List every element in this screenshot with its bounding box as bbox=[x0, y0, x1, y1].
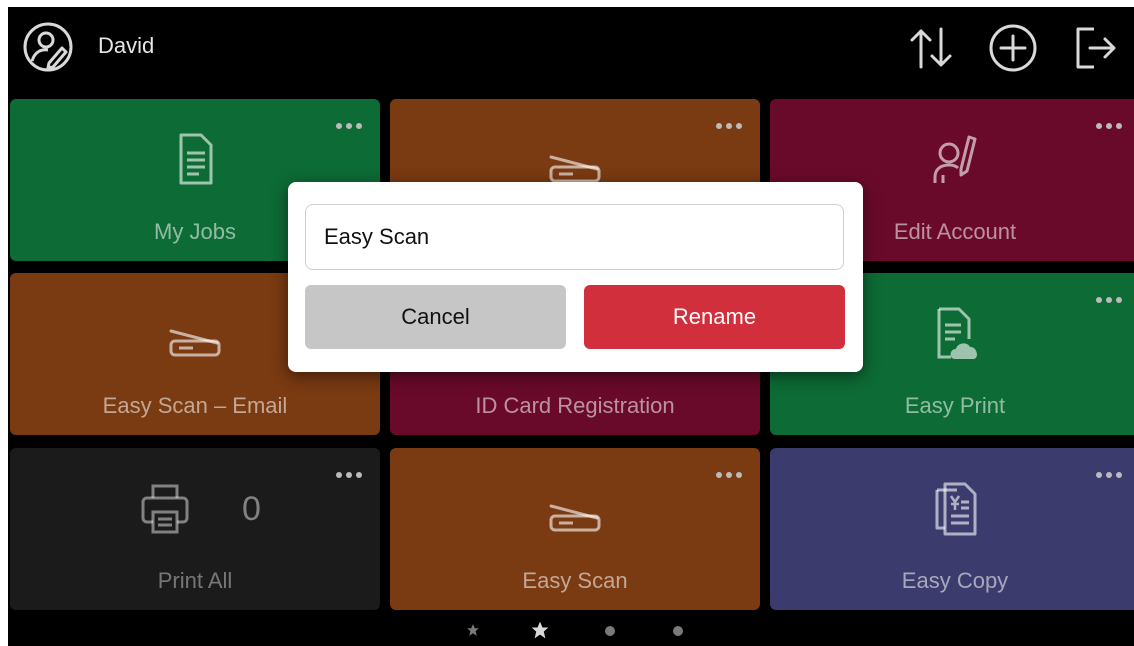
user-edit-icon[interactable] bbox=[22, 21, 74, 73]
user-name: David bbox=[98, 33, 155, 58]
more-options-icon[interactable] bbox=[334, 121, 364, 131]
page-indicator-dot-icon[interactable] bbox=[672, 625, 684, 637]
tile-name-input[interactable] bbox=[305, 204, 844, 270]
tile-label: Easy Print bbox=[904, 393, 1006, 418]
page-indicator-star-icon[interactable] bbox=[466, 623, 480, 637]
scanner-icon bbox=[169, 329, 221, 357]
cancel-button[interactable]: Cancel bbox=[305, 285, 566, 349]
tile-label: ID Card Registration bbox=[475, 393, 675, 418]
tile-label: Easy Copy bbox=[901, 568, 1009, 593]
more-options-icon[interactable] bbox=[1094, 121, 1124, 131]
more-options-icon[interactable] bbox=[714, 470, 744, 480]
scanner-icon bbox=[549, 504, 601, 532]
page-indicator-star-active-icon[interactable] bbox=[530, 620, 550, 640]
tile-label: Print All bbox=[157, 568, 233, 593]
tile-easy-copy[interactable]: Easy Copy bbox=[770, 448, 1134, 610]
header: David bbox=[8, 7, 1134, 95]
tile-label: Easy Scan – Email bbox=[102, 393, 288, 418]
more-options-icon[interactable] bbox=[1094, 295, 1124, 305]
copy-icon bbox=[935, 482, 977, 536]
page-indicator-dot-icon[interactable] bbox=[604, 625, 616, 637]
document-icon bbox=[179, 133, 213, 185]
tile-easy-scan[interactable]: Easy Scan bbox=[390, 448, 760, 610]
logout-icon[interactable] bbox=[1070, 23, 1120, 73]
cloud-document-icon bbox=[937, 307, 977, 359]
more-options-icon[interactable] bbox=[334, 470, 364, 480]
scanner-icon bbox=[549, 155, 601, 183]
job-count: 0 bbox=[242, 490, 261, 528]
tile-label: Easy Scan bbox=[522, 568, 628, 593]
user-edit-icon bbox=[933, 135, 977, 183]
more-options-icon[interactable] bbox=[714, 121, 744, 131]
add-icon[interactable] bbox=[988, 23, 1038, 73]
sort-icon[interactable] bbox=[906, 23, 956, 73]
rename-button[interactable]: Rename bbox=[584, 285, 845, 349]
printer-icon bbox=[141, 484, 189, 534]
rename-dialog: Cancel Rename bbox=[288, 182, 863, 372]
tile-print-all[interactable]: 0 Print All bbox=[10, 448, 380, 610]
more-options-icon[interactable] bbox=[1094, 470, 1124, 480]
